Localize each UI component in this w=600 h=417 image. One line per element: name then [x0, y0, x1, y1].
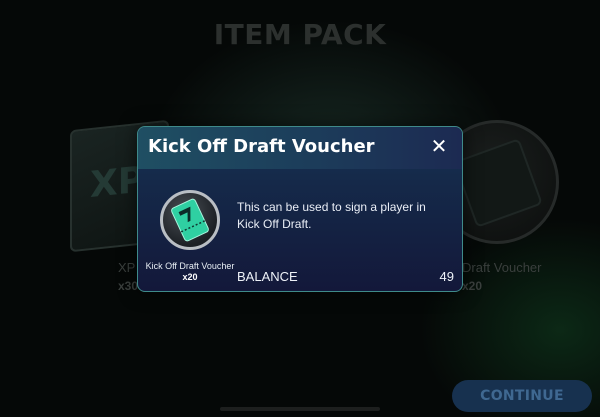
- ticket-icon: [453, 138, 543, 228]
- draft-voucher-card-label: Draft Voucher: [462, 260, 542, 275]
- item-quantity: x20: [182, 272, 198, 282]
- draft-voucher-ticket-icon: [160, 190, 220, 250]
- balance-label: BALANCE: [237, 269, 298, 284]
- balance-value: 49: [439, 269, 454, 284]
- continue-button[interactable]: CONTINUE: [452, 380, 592, 412]
- page-title: ITEM PACK: [213, 18, 387, 51]
- item-description: This can be used to sign a player in Kic…: [237, 200, 426, 231]
- item-detail-modal: Kick Off Draft Voucher ✕ Kick Off Draft …: [137, 126, 463, 292]
- item-label: Kick Off Draft Voucher: [145, 261, 235, 271]
- draft-voucher-card-quantity: x20: [462, 279, 483, 293]
- xp-card-quantity: x30: [118, 279, 139, 293]
- xp-card-label: XP: [118, 260, 136, 275]
- modal-title: Kick Off Draft Voucher: [148, 136, 375, 157]
- home-indicator: [220, 407, 380, 411]
- close-icon[interactable]: ✕: [428, 134, 450, 158]
